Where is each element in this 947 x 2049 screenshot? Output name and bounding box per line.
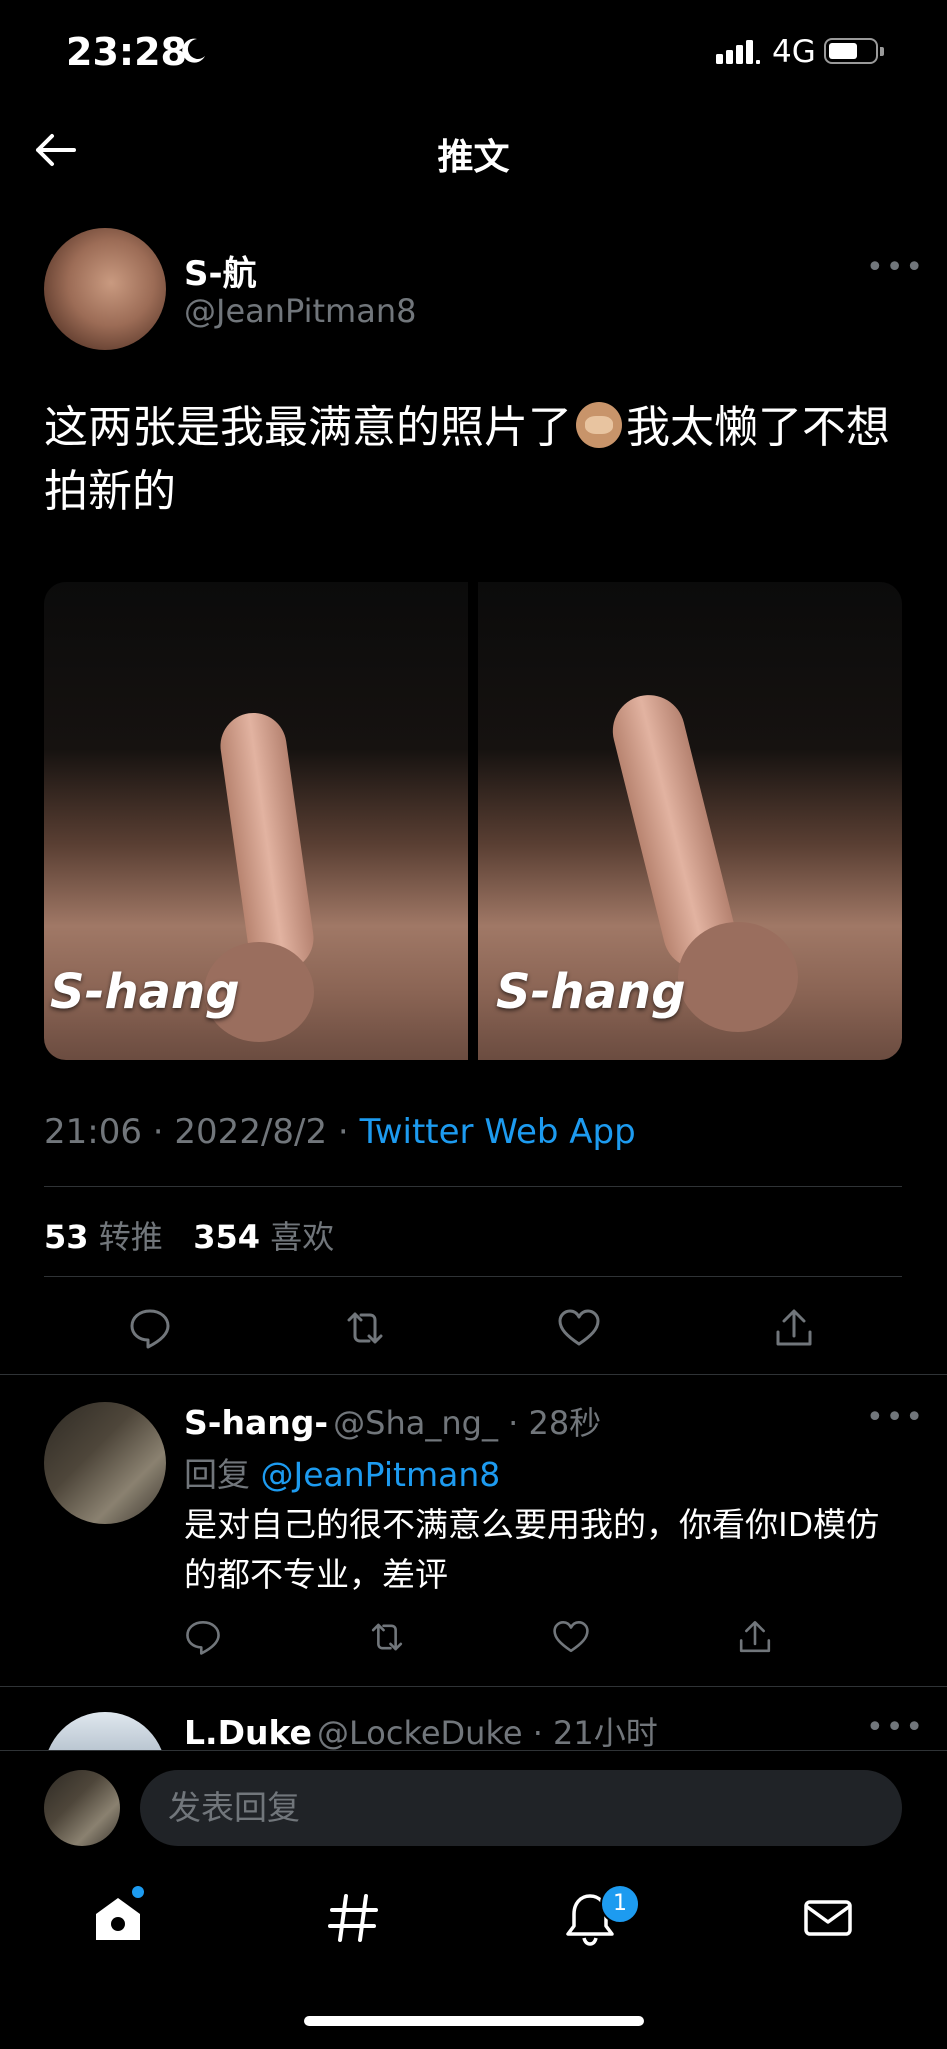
author-handle[interactable]: @JeanPitman8 [184, 292, 416, 330]
status-time: 23:28 [66, 30, 187, 74]
page-title: 推文 [437, 137, 510, 178]
like-label[interactable]: 喜欢 [270, 1218, 334, 1256]
retweet-count[interactable]: 53 [44, 1218, 89, 1256]
home-unread-dot [132, 1886, 144, 1898]
messages-mail-icon[interactable] [798, 1888, 858, 1948]
like-count[interactable]: 354 [193, 1218, 260, 1256]
notifications-badge: 1 [600, 1884, 640, 1924]
divider [0, 1686, 947, 1687]
battery-icon [824, 38, 884, 64]
reply-time: 21小时 [553, 1714, 658, 1752]
tweet-media: S-hang S-hang [44, 582, 902, 1060]
tweet-stats: 53 转推 354 喜欢 [44, 1212, 334, 1258]
author-avatar[interactable] [44, 228, 166, 350]
tweet-photo-1[interactable]: S-hang [44, 582, 468, 1060]
share-icon[interactable] [772, 1306, 816, 1350]
more-options-icon[interactable]: ••• [866, 250, 925, 285]
reply-author-name[interactable]: L.Duke [184, 1713, 312, 1752]
photo-watermark: S-hang [496, 964, 686, 1020]
network-type: 4G [772, 34, 816, 70]
reply-avatar[interactable] [44, 1402, 166, 1524]
more-options-icon[interactable]: ••• [866, 1400, 925, 1435]
reply-header: S-hang- @Sha_ng_ · 28秒 [184, 1403, 602, 1442]
reply-mention[interactable]: @JeanPitman8 [261, 1455, 501, 1494]
explore-hashtag-icon[interactable] [324, 1888, 384, 1948]
home-indicator[interactable] [304, 2016, 644, 2026]
divider [0, 1374, 947, 1375]
tweet-date: 2022/8/2 [174, 1112, 328, 1152]
reply-time: 28秒 [528, 1404, 602, 1442]
current-user-avatar[interactable] [44, 1770, 120, 1846]
reply-author-handle[interactable]: @Sha_ng_ [333, 1404, 498, 1442]
signal-icon [716, 40, 760, 64]
reply-to-line: 回复 @JeanPitman8 [184, 1448, 500, 1496]
reply-to-label: 回复 [184, 1455, 250, 1494]
reply-text: 是对自己的很不满意么要用我的，你看你ID模仿的都不专业，差评 [184, 1505, 880, 1594]
retweet-label[interactable]: 转推 [99, 1218, 163, 1256]
author-name[interactable]: S-航 [184, 246, 257, 295]
retweet-icon[interactable] [343, 1306, 387, 1350]
reply-input[interactable]: 发表回复 [140, 1770, 902, 1846]
tweet-photo-2[interactable]: S-hang [478, 582, 902, 1060]
share-icon[interactable] [736, 1618, 774, 1656]
photo-watermark: S-hang [50, 964, 240, 1020]
reply-author-name[interactable]: S-hang- [184, 1403, 328, 1442]
like-heart-icon[interactable] [552, 1618, 590, 1656]
reply-header: L.Duke @LockeDuke · 21小时 [184, 1713, 658, 1752]
divider [44, 1276, 902, 1277]
moon-icon [182, 38, 205, 63]
see-no-evil-monkey-emoji-icon [576, 402, 622, 448]
reply-icon[interactable] [184, 1618, 222, 1656]
reply-icon[interactable] [128, 1306, 172, 1350]
tweet-text: 这两张是我最满意的照片了 我太懒了不想拍新的 [44, 396, 904, 524]
tweet-source[interactable]: Twitter Web App [360, 1112, 636, 1152]
tweet-text-part1: 这两张是我最满意的照片了 [44, 402, 572, 453]
tweet-time: 21:06 [44, 1112, 142, 1152]
like-heart-icon[interactable] [557, 1306, 601, 1350]
retweet-icon[interactable] [368, 1618, 406, 1656]
tweet-meta: 21:06 · 2022/8/2 · Twitter Web App [44, 1112, 636, 1152]
more-options-icon[interactable]: ••• [866, 1710, 925, 1745]
reply-author-handle[interactable]: @LockeDuke [317, 1714, 523, 1752]
divider [44, 1186, 902, 1187]
